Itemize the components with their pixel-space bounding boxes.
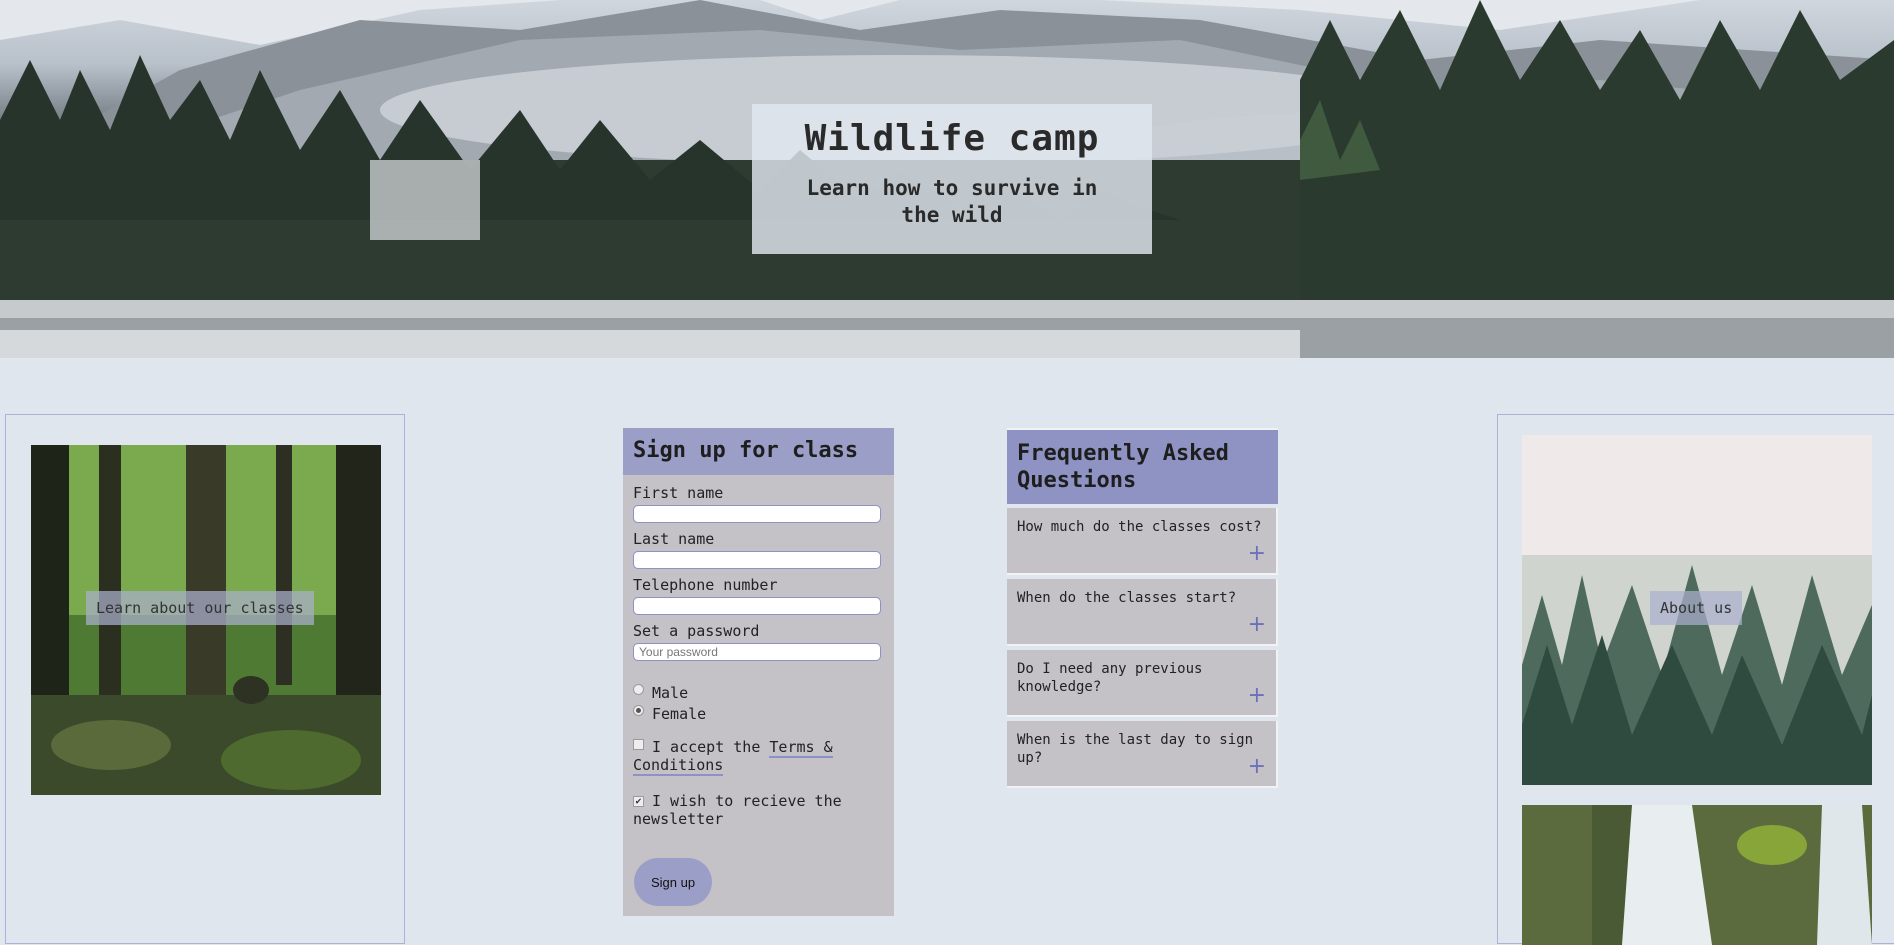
password-label: Set a password xyxy=(633,622,760,640)
classes-image-label[interactable]: Learn about our classes xyxy=(86,591,314,625)
plus-icon[interactable]: + xyxy=(1248,543,1266,565)
gender-option-female[interactable]: Female xyxy=(633,703,884,724)
plus-icon[interactable]: + xyxy=(1248,685,1266,707)
faq-item[interactable]: When do the classes start? + xyxy=(1007,579,1278,646)
faq-question: When do the classes start? xyxy=(1017,590,1237,606)
male-label: Male xyxy=(652,683,689,702)
classes-panel: Learn about our classes xyxy=(5,414,405,944)
about-image-label[interactable]: About us xyxy=(1650,591,1743,625)
hero-title: Wildlife camp xyxy=(804,118,1100,159)
hero-title-card: Wildlife camp Learn how to survive in th… xyxy=(752,104,1152,254)
faq-item[interactable]: When is the last day to sign up? + xyxy=(1007,721,1278,788)
faq-item[interactable]: Do I need any previous knowledge? + xyxy=(1007,650,1278,717)
female-label: Female xyxy=(652,704,707,723)
gender-option-male[interactable]: Male xyxy=(633,682,884,703)
plus-icon[interactable]: + xyxy=(1248,614,1266,636)
terms-row: I accept the Terms & Conditions xyxy=(633,738,884,776)
last-name-input[interactable] xyxy=(633,551,881,569)
plus-icon[interactable]: + xyxy=(1248,756,1266,778)
signup-form: Sign up for class First name Last name T… xyxy=(623,428,894,916)
faq-question: When is the last day to sign up? xyxy=(1017,732,1254,766)
password-input[interactable]: Your password xyxy=(633,643,881,661)
faq-section: Frequently Asked Questions How much do t… xyxy=(1007,428,1278,788)
signup-heading: Sign up for class xyxy=(623,428,894,475)
newsletter-label: I wish to recieve the newsletter xyxy=(633,792,842,828)
last-name-label: Last name xyxy=(633,530,715,548)
newsletter-checkbox[interactable]: ✔ xyxy=(633,796,644,807)
faq-question: Do I need any previous knowledge? xyxy=(1017,661,1203,695)
terms-prefix: I accept the xyxy=(652,738,770,756)
signup-button[interactable]: Sign up xyxy=(634,858,712,906)
first-name-label: First name xyxy=(633,484,724,502)
telephone-label: Telephone number xyxy=(633,576,778,594)
faq-item[interactable]: How much do the classes cost? + xyxy=(1007,508,1278,575)
forest-image-link[interactable]: Learn about our classes xyxy=(31,445,381,795)
hero-banner: Wildlife camp Learn how to survive in th… xyxy=(0,0,1894,358)
female-radio[interactable] xyxy=(633,705,644,716)
first-name-input[interactable] xyxy=(633,505,881,523)
newsletter-row: ✔ I wish to recieve the newsletter xyxy=(633,792,884,828)
male-radio[interactable] xyxy=(633,684,644,695)
about-panel: About us xyxy=(1497,414,1894,945)
waterfall-picture xyxy=(1522,805,1872,945)
faq-question: How much do the classes cost? xyxy=(1017,519,1262,535)
waterfall-image[interactable] xyxy=(1522,805,1872,945)
foggy-forest-image-link[interactable]: About us xyxy=(1522,435,1872,785)
faq-heading: Frequently Asked Questions xyxy=(1007,428,1278,504)
telephone-input[interactable] xyxy=(633,597,881,615)
hero-subtitle: Learn how to survive in the wild xyxy=(806,176,1098,227)
terms-checkbox[interactable] xyxy=(633,739,644,750)
